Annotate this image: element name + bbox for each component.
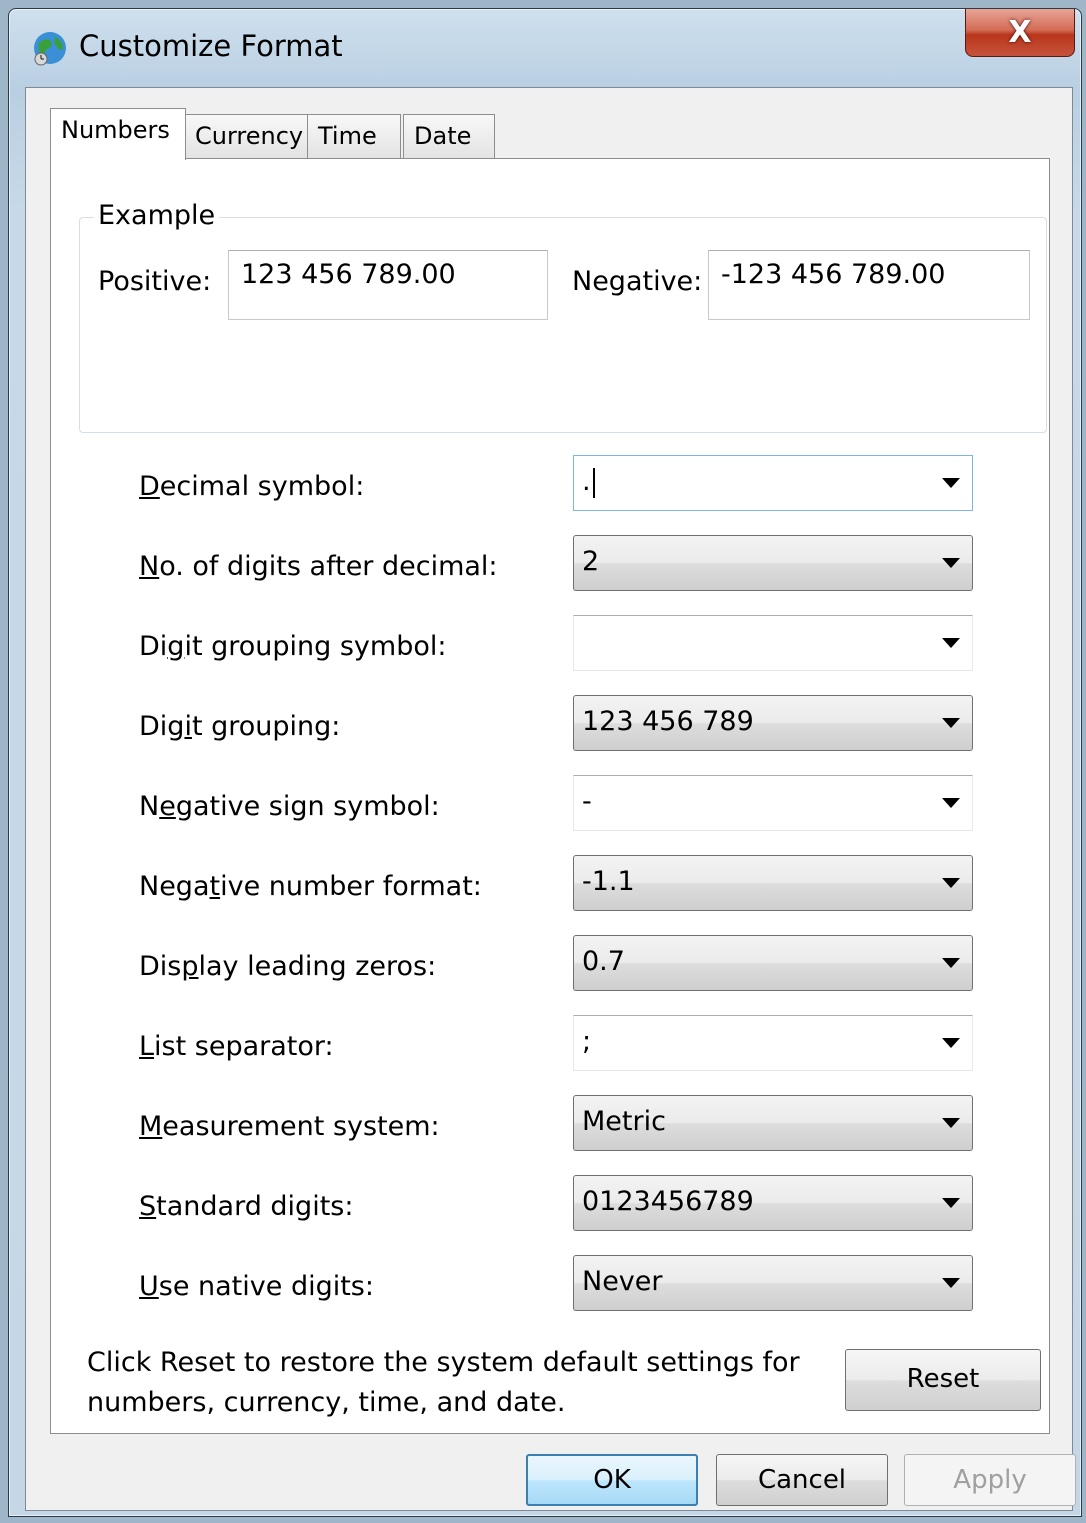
decimal-symbol-combo[interactable]: . — [573, 455, 973, 511]
cancel-button[interactable]: Cancel — [716, 1454, 888, 1506]
text-caret — [592, 467, 595, 498]
measurement-system-label: Measurement system: — [139, 1111, 440, 1142]
standard-digits-value: 0123456789 — [582, 1186, 754, 1217]
dialog-client-area: Numbers Currency Time Date Example Posit… — [25, 87, 1076, 1511]
use-native-digits-dropdown[interactable]: Never — [573, 1255, 973, 1311]
positive-example-field: 123 456 789.00 — [228, 250, 548, 320]
chevron-down-icon[interactable] — [942, 638, 960, 648]
digits-after-decimal-value: 2 — [582, 546, 600, 577]
list-separator-label: List separator: — [139, 1031, 334, 1062]
numbers-tab-panel: Example Positive: 123 456 789.00 Negativ… — [50, 158, 1050, 1434]
chevron-down-icon[interactable] — [942, 478, 960, 488]
reset-button[interactable]: Reset — [845, 1349, 1041, 1411]
tab-numbers[interactable]: Numbers — [50, 108, 186, 160]
cancel-button-label: Cancel — [757, 1465, 847, 1495]
chevron-down-icon[interactable] — [942, 718, 960, 728]
negative-number-format-value: -1.1 — [582, 866, 635, 897]
chevron-down-icon[interactable] — [942, 958, 960, 968]
example-group-title: Example — [94, 200, 220, 231]
chevron-down-icon[interactable] — [942, 1198, 960, 1208]
list-separator-value: ; — [582, 1026, 592, 1057]
standard-digits-label: Standard digits: — [139, 1191, 354, 1222]
title-bar[interactable]: Customize Format X — [9, 9, 1081, 89]
tab-time[interactable]: Time — [307, 114, 401, 158]
negative-sign-symbol-label: Negative sign symbol: — [139, 791, 440, 822]
customize-format-window: Customize Format X Numbers Currency Time… — [8, 8, 1082, 1517]
close-icon: X — [1008, 14, 1032, 50]
negative-sign-symbol-combo[interactable]: - — [573, 775, 973, 831]
apply-button-label: Apply — [953, 1465, 1027, 1495]
measurement-system-dropdown[interactable]: Metric — [573, 1095, 973, 1151]
decimal-symbol-value: . — [582, 466, 591, 497]
chevron-down-icon[interactable] — [942, 798, 960, 808]
negative-number-format-label: Negative number format: — [139, 871, 482, 902]
reset-note: Click Reset to restore the system defaul… — [87, 1347, 800, 1418]
chevron-down-icon[interactable] — [942, 878, 960, 888]
chevron-down-icon[interactable] — [942, 1278, 960, 1288]
globe-icon — [34, 32, 66, 66]
negative-example-field: -123 456 789.00 — [708, 250, 1030, 320]
chevron-down-icon[interactable] — [942, 1118, 960, 1128]
decimal-symbol-label: Decimal symbol: — [139, 471, 365, 502]
negative-label: Negative: — [572, 266, 703, 297]
digit-grouping-symbol-combo[interactable] — [573, 615, 973, 671]
digits-after-decimal-label: No. of digits after decimal: — [139, 551, 498, 582]
display-leading-zeros-value: 0.7 — [582, 946, 625, 977]
apply-button: Apply — [904, 1454, 1076, 1506]
tab-date[interactable]: Date — [403, 114, 495, 158]
ok-button-label: OK — [593, 1465, 631, 1495]
tab-date-label: Date — [414, 122, 472, 150]
display-leading-zeros-label: Display leading zeros: — [139, 951, 437, 982]
digit-grouping-symbol-label: Digit grouping symbol: — [139, 631, 447, 662]
use-native-digits-label: Use native digits: — [139, 1271, 374, 1302]
measurement-system-value: Metric — [582, 1106, 666, 1137]
standard-digits-dropdown[interactable]: 0123456789 — [573, 1175, 973, 1231]
digit-grouping-dropdown[interactable]: 123 456 789 — [573, 695, 973, 751]
tab-currency[interactable]: Currency — [184, 114, 308, 158]
tab-numbers-label: Numbers — [61, 116, 170, 144]
display-leading-zeros-dropdown[interactable]: 0.7 — [573, 935, 973, 991]
tab-currency-label: Currency — [195, 122, 304, 150]
chevron-down-icon[interactable] — [942, 558, 960, 568]
close-button[interactable]: X — [965, 9, 1075, 57]
ok-button[interactable]: OK — [526, 1454, 698, 1506]
digits-after-decimal-dropdown[interactable]: 2 — [573, 535, 973, 591]
example-group: Example Positive: 123 456 789.00 Negativ… — [79, 200, 1047, 433]
tab-time-label: Time — [318, 122, 377, 150]
window-title: Customize Format — [79, 29, 343, 63]
positive-label: Positive: — [98, 266, 212, 297]
negative-sign-symbol-value: - — [582, 786, 592, 817]
list-separator-combo[interactable]: ; — [573, 1015, 973, 1071]
negative-number-format-dropdown[interactable]: -1.1 — [573, 855, 973, 911]
digit-grouping-value: 123 456 789 — [582, 706, 754, 737]
digit-grouping-label: Digit grouping: — [139, 711, 341, 742]
chevron-down-icon[interactable] — [942, 1038, 960, 1048]
reset-button-label: Reset — [906, 1364, 980, 1394]
use-native-digits-value: Never — [582, 1266, 663, 1297]
